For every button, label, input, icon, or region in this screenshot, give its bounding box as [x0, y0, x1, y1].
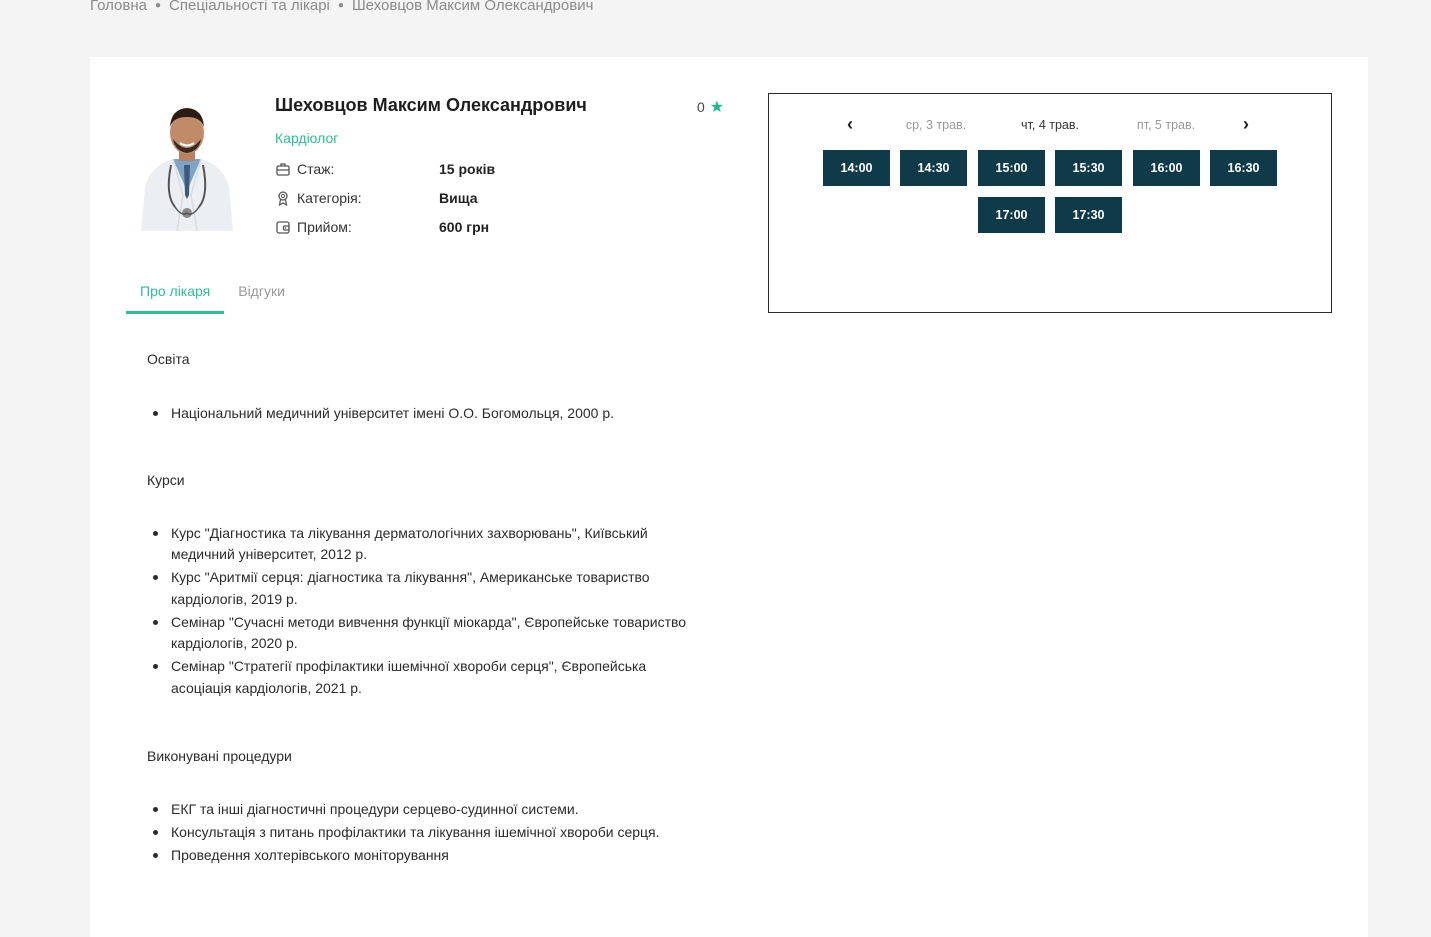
experience-row: Стаж: 15 років [275, 161, 495, 177]
day-fri[interactable]: пт, 5 трав. [1137, 118, 1195, 132]
wallet-icon [276, 221, 290, 234]
list-item: Національний медичний університет імені … [147, 403, 707, 425]
award-icon [278, 191, 288, 206]
breadcrumb-home-link[interactable]: Головна [90, 0, 147, 14]
breadcrumb-specialties-link[interactable]: Спеціальності та лікарі [169, 0, 330, 14]
price-row: Прийом: 600 грн [275, 219, 489, 235]
breadcrumb-separator: ● [155, 0, 162, 11]
time-slot[interactable]: 15:00 [978, 150, 1045, 186]
doctor-specialty: Кардіолог [275, 130, 339, 146]
time-slot[interactable]: 16:00 [1133, 150, 1200, 186]
doctor-rating: 0 ★ [697, 97, 724, 117]
briefcase-icon [276, 163, 290, 176]
chevron-left-icon[interactable]: ‹ [847, 114, 853, 135]
list-item: Проведення холтерівського моніторування [147, 845, 707, 867]
courses-title: Курси [147, 471, 185, 488]
breadcrumb-separator: ● [337, 0, 344, 11]
time-slot[interactable]: 14:30 [900, 150, 967, 186]
procedures-title: Виконувані процедури [147, 748, 292, 764]
list-item: Семінар "Сучасні методи вивчення функції… [147, 612, 707, 655]
day-wed[interactable]: ср, 3 трав. [906, 118, 966, 132]
time-slot[interactable]: 17:00 [978, 197, 1045, 233]
list-item: Курс "Аритмії серця: діагностика та ліку… [147, 567, 707, 610]
tab-reviews[interactable]: Відгуки [224, 277, 299, 314]
time-slot[interactable]: 17:30 [1055, 197, 1122, 233]
list-item: Консультація з питань профілактики та лі… [147, 822, 707, 844]
courses-list: Курс "Діагностика та лікування дерматоло… [147, 523, 707, 700]
category-label: Категорія: [297, 190, 362, 206]
breadcrumb-current: Шеховцов Максим Олександрович [351, 0, 594, 14]
procedures-list: ЕКГ та інші діагностичні процедури серце… [147, 799, 707, 867]
category-value: Вища [439, 190, 478, 206]
time-slot[interactable]: 16:30 [1210, 150, 1277, 186]
breadcrumb: Головна ● Спеціальності та лікарі ● Шехо… [90, 0, 593, 14]
education-title: Освіта [147, 351, 190, 367]
list-item: Курс "Діагностика та лікування дерматоло… [147, 523, 707, 566]
tab-about[interactable]: Про лікаря [126, 277, 225, 314]
rating-value: 0 [697, 99, 705, 115]
experience-label: Стаж: [297, 161, 335, 177]
list-item: ЕКГ та інші діагностичні процедури серце… [147, 799, 707, 821]
price-value: 600 грн [439, 219, 490, 235]
time-slot[interactable]: 15:30 [1055, 150, 1122, 186]
doctor-card: Шеховцов Максим Олександрович 0 ★ Кардіо… [90, 57, 1368, 937]
day-thu[interactable]: чт, 4 трав. [1021, 118, 1079, 132]
profile-tabs: Про лікаря Відгуки [126, 277, 299, 314]
doctor-photo [127, 95, 247, 231]
time-slot[interactable]: 14:00 [823, 150, 890, 186]
doctor-name: Шеховцов Максим Олександрович [275, 95, 587, 115]
about-content: Освіта Національний медичний університет… [147, 349, 707, 868]
star-icon: ★ [709, 99, 725, 116]
list-item: Семінар "Стратегії профілактики ішемічно… [147, 656, 707, 699]
appointment-schedule: ‹ ср, 3 трав. чт, 4 трав. пт, 5 трав. › … [768, 93, 1332, 313]
experience-value: 15 років [439, 161, 496, 177]
category-row: Категорія: Вища [275, 190, 478, 206]
price-label: Прийом: [297, 219, 352, 235]
education-list: Національний медичний університет імені … [147, 403, 707, 425]
chevron-right-icon[interactable]: › [1243, 114, 1249, 135]
